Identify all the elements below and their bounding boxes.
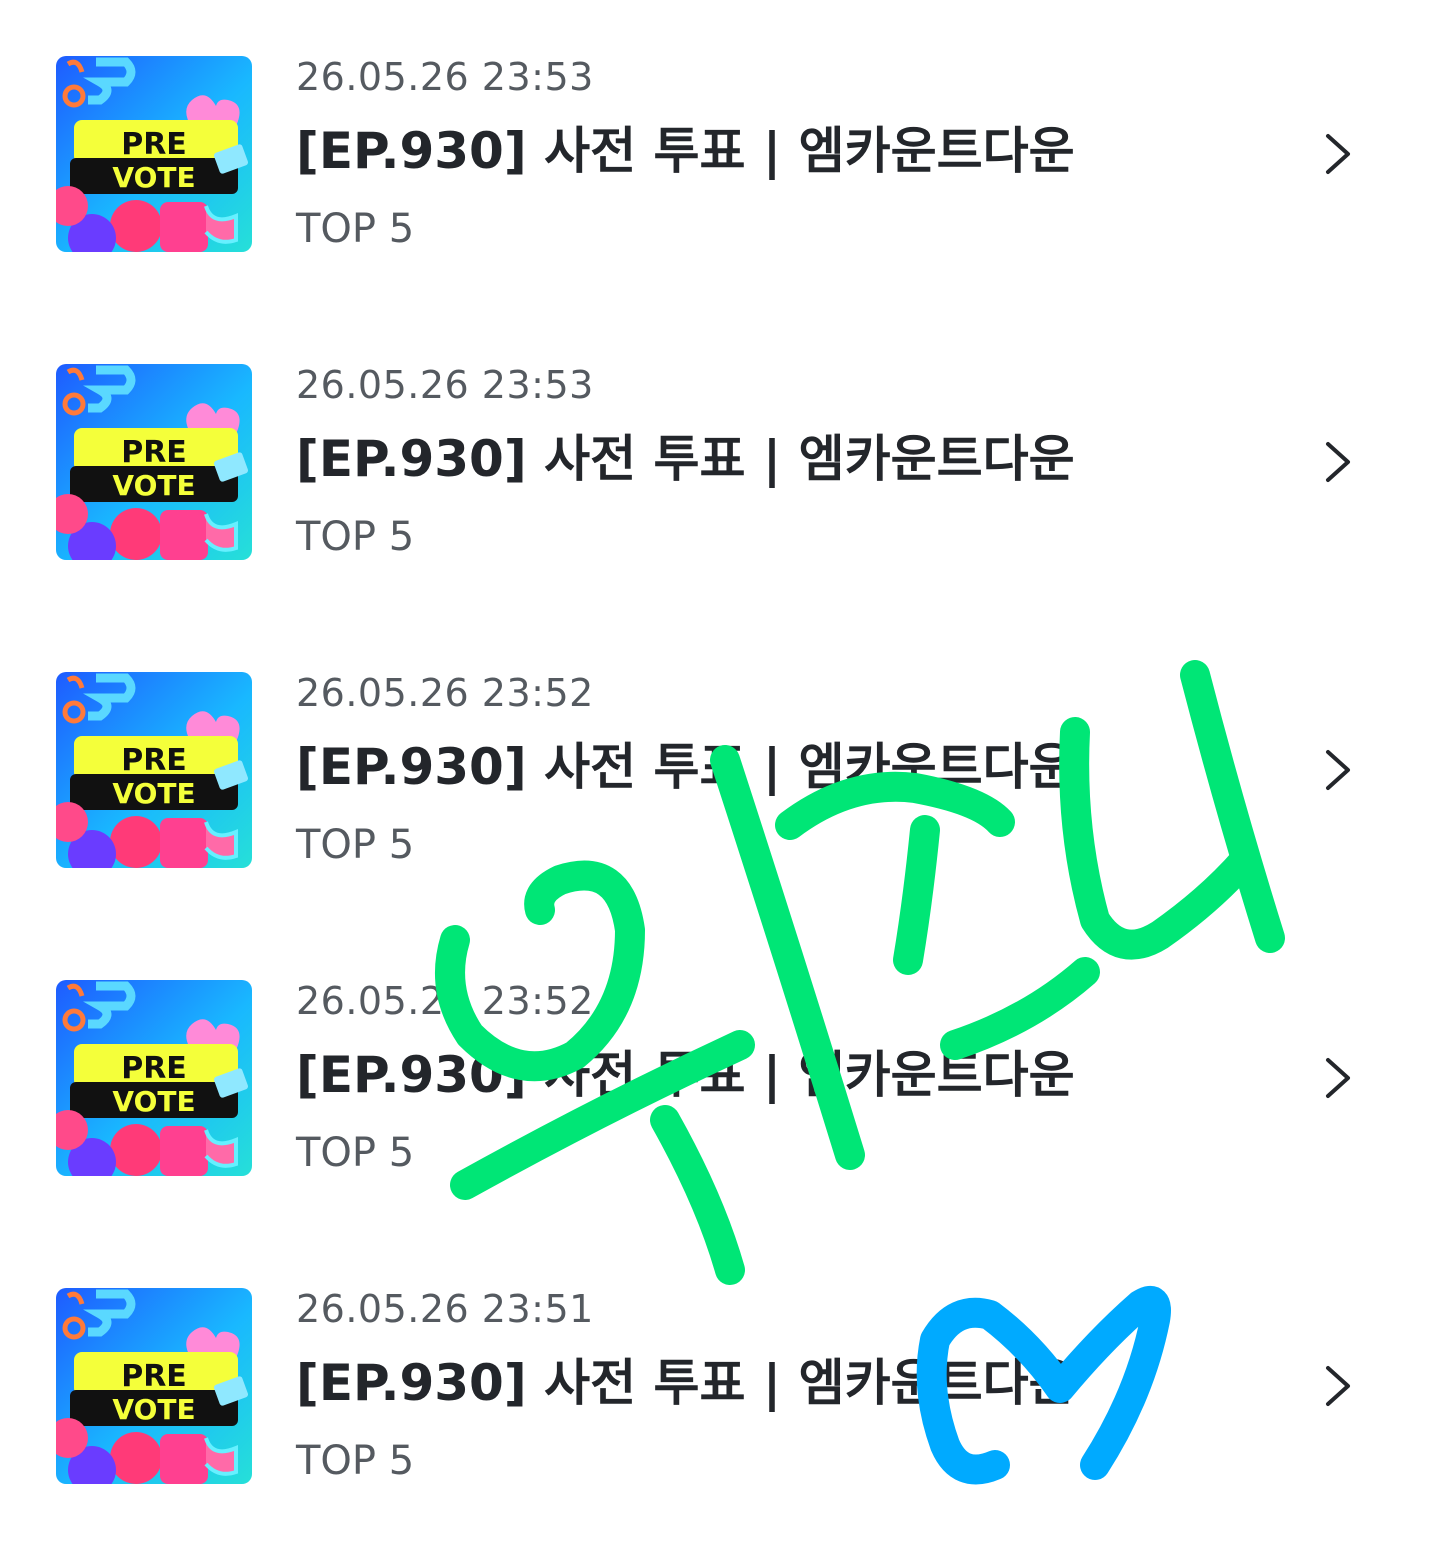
vote-subtitle: TOP 5 <box>296 514 415 560</box>
pre-vote-thumbnail: PRE VOTE <box>56 56 252 252</box>
thumbnail-text-vote: VOTE <box>112 1085 195 1118</box>
thumbnail-text-vote: VOTE <box>112 1393 195 1426</box>
thumbnail-text-pre: PRE <box>121 1051 187 1086</box>
chevron-right-icon <box>1326 134 1350 174</box>
list-item[interactable]: PRE VOTE 26.05.26 23:51 [EP.930] 사전 투표 |… <box>0 1232 1440 1540</box>
pre-vote-thumbnail: PRE VOTE <box>56 1288 252 1484</box>
vote-date: 26.05.26 23:53 <box>296 363 594 407</box>
vote-subtitle: TOP 5 <box>296 1130 415 1176</box>
vote-date: 26.05.26 23:52 <box>296 671 594 715</box>
thumbnail-text-vote: VOTE <box>112 469 195 502</box>
vote-subtitle: TOP 5 <box>296 822 415 868</box>
vote-title: [EP.930] 사전 투표 | 엠카운트다운 <box>296 1046 1075 1104</box>
thumbnail-text-vote: VOTE <box>112 161 195 194</box>
list-item[interactable]: PRE VOTE 26.05.26 23:53 [EP.930] 사전 투표 |… <box>0 0 1440 308</box>
vote-title: [EP.930] 사전 투표 | 엠카운트다운 <box>296 1354 1075 1412</box>
vote-date: 26.05.26 23:52 <box>296 979 594 1023</box>
pre-vote-thumbnail: PRE VOTE <box>56 672 252 868</box>
vote-title: [EP.930] 사전 투표 | 엠카운트다운 <box>296 738 1075 796</box>
chevron-right-icon <box>1326 1366 1350 1406</box>
vote-subtitle: TOP 5 <box>296 206 415 252</box>
thumbnail-text-pre: PRE <box>121 435 187 470</box>
thumbnail-text-vote: VOTE <box>112 777 195 810</box>
chevron-right-icon <box>1326 442 1350 482</box>
list-item[interactable]: PRE VOTE 26.05.26 23:52 [EP.930] 사전 투표 |… <box>0 616 1440 924</box>
vote-date: 26.05.26 23:51 <box>296 1287 594 1331</box>
thumbnail-text-pre: PRE <box>121 743 187 778</box>
thumbnail-text-pre: PRE <box>121 1359 187 1394</box>
vote-date: 26.05.26 23:53 <box>296 55 594 99</box>
pre-vote-thumbnail: PRE VOTE <box>56 364 252 560</box>
pre-vote-thumbnail: PRE VOTE <box>56 980 252 1176</box>
vote-subtitle: TOP 5 <box>296 1438 415 1484</box>
list-item[interactable]: PRE VOTE 26.05.26 23:53 [EP.930] 사전 투표 |… <box>0 308 1440 616</box>
chevron-right-icon <box>1326 1058 1350 1098</box>
vote-title: [EP.930] 사전 투표 | 엠카운트다운 <box>296 122 1075 180</box>
vote-title: [EP.930] 사전 투표 | 엠카운트다운 <box>296 430 1075 488</box>
list-item[interactable]: PRE VOTE 26.05.26 23:52 [EP.930] 사전 투표 |… <box>0 924 1440 1232</box>
chevron-right-icon <box>1326 750 1350 790</box>
thumbnail-text-pre: PRE <box>121 127 187 162</box>
